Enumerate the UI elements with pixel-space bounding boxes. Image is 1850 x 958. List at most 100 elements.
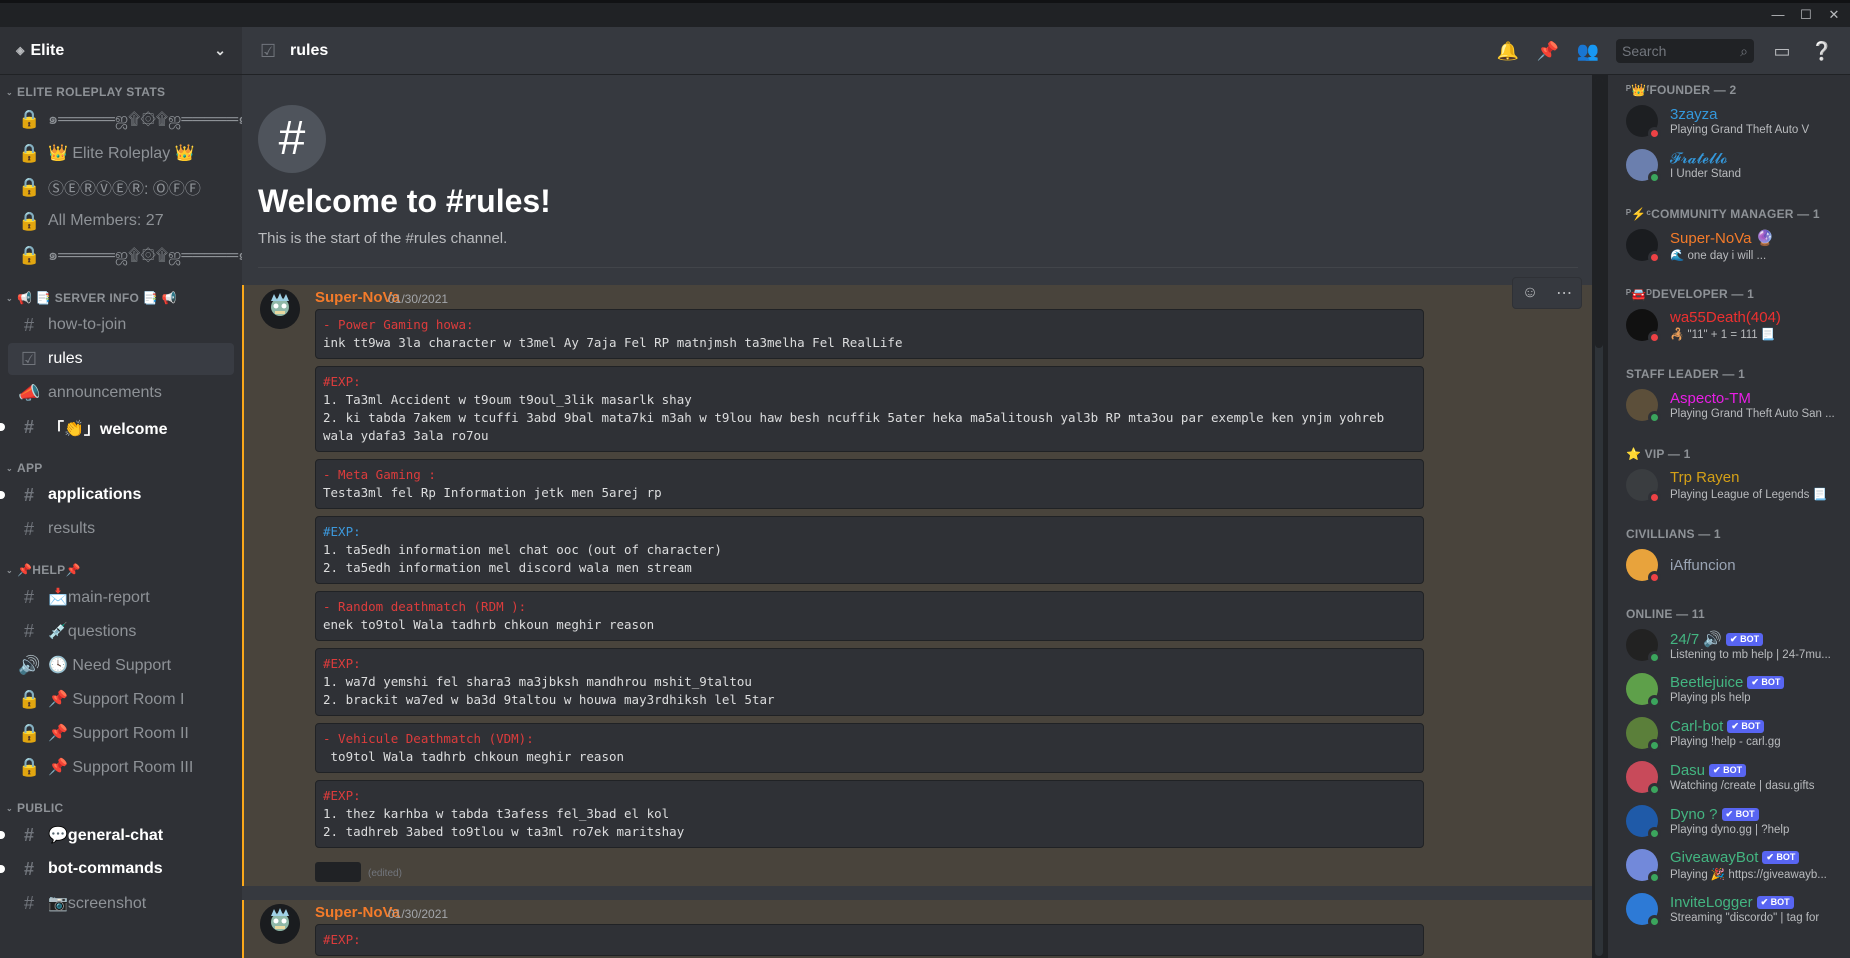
category-help[interactable]: ⌄ 📌HELP📌: [0, 561, 242, 579]
search-input[interactable]: Search ⌕: [1616, 39, 1754, 63]
member-item[interactable]: Dasu ✔ BOT Watching /create | dasu.gifts: [1626, 755, 1850, 799]
channel-general-chat[interactable]: # 💬general-chat: [0, 819, 234, 851]
channel-announcements[interactable]: 📣 announcements: [8, 377, 234, 409]
hash-icon: #: [23, 892, 34, 913]
channel-stats-divider-top[interactable]: 🔒 ๑═════ஜ۩۞۩ஜ═════๑: [8, 103, 242, 135]
pin-icon[interactable]: 📌: [1536, 39, 1560, 63]
channel-welcome-icon: #: [258, 105, 326, 173]
more-options-icon[interactable]: ⋯: [1556, 283, 1572, 303]
minimize-button[interactable]: —: [1768, 7, 1788, 23]
member-name: Beetlejuice ✔ BOT: [1670, 674, 1785, 691]
avatar[interactable]: [1626, 105, 1661, 140]
member-item[interactable]: Trp Rayen Playing League of Legends 📃: [1626, 463, 1850, 507]
channel-welcome[interactable]: # 「👏」welcome: [0, 411, 234, 443]
channel-rules[interactable]: ☑ rules: [8, 343, 234, 375]
avatar[interactable]: [1626, 229, 1661, 264]
bot-badge: ✔ BOT: [1756, 896, 1794, 909]
channel-member-count[interactable]: 🔒 All Members: 27: [8, 205, 234, 237]
message[interactable]: Super-NoVa 01/30/2021 ☺ ⋯ - Power Gaming…: [242, 277, 1592, 886]
megaphone-icon: 📣: [18, 382, 41, 403]
member-item[interactable]: InviteLogger ✔ BOT Streaming "discordo" | …: [1626, 887, 1850, 931]
member-list-icon[interactable]: 👥: [1576, 39, 1600, 63]
code-line: ink tt9wa 3la character w t3mel Ay 7aja …: [323, 335, 903, 350]
channel-main-report[interactable]: # 📩main-report: [8, 581, 234, 613]
channel-screenshot[interactable]: # 📷screenshot: [8, 887, 234, 919]
channel-how-to-join[interactable]: # how-to-join: [8, 309, 234, 341]
message[interactable]: Super-NoVa 01/30/2021 #EXP:: [242, 900, 1592, 958]
category-server-info[interactable]: ⌄ 📢 📑 SERVER INFO 📑 📢: [0, 289, 242, 307]
member-item[interactable]: Aspecto-TM Playing Grand Theft Auto San .…: [1626, 383, 1850, 427]
member-item[interactable]: iAffuncion: [1626, 543, 1850, 587]
avatar[interactable]: [1626, 761, 1661, 796]
online-status-icon: [1648, 651, 1661, 664]
online-status-icon: [1648, 171, 1661, 184]
member-item[interactable]: 3zayza Playing Grand Theft Auto V: [1626, 99, 1850, 143]
category-public[interactable]: ⌄ PUBLIC: [0, 799, 242, 817]
close-button[interactable]: ✕: [1824, 7, 1844, 23]
avatar[interactable]: [1626, 389, 1661, 424]
channel-questions[interactable]: # 💉questions: [8, 615, 234, 647]
dnd-status-icon: [1648, 491, 1661, 504]
member-name: wa55Death(404): [1670, 309, 1781, 326]
member-info: 24/7 🔊 ✔ BOT Listening to mb help | 24-7mu…: [1670, 630, 1831, 661]
channel-server-status[interactable]: 🔒 ⓈⒺⓇⓋⒺⓇ: ⓄⒻⒻ: [8, 171, 234, 203]
inbox-icon[interactable]: ▭: [1770, 39, 1794, 63]
member-item[interactable]: Beetlejuice ✔ BOT Playing pls help: [1626, 667, 1850, 711]
chevron-down-icon[interactable]: ⌄: [214, 42, 226, 59]
channel-stats-divider-bottom[interactable]: 🔒 ๑═════ஜ۩۞۩ஜ═════๑: [8, 239, 242, 271]
category-elite-roleplay-stats[interactable]: ⌄ ELITE ROLEPLAY STATS: [0, 83, 242, 101]
member-activity: Playing dyno.gg | ?help: [1670, 824, 1790, 836]
add-reaction-icon[interactable]: ☺: [1522, 284, 1538, 302]
member-item[interactable]: 𝓕𝓻𝓪𝓽𝓮𝓵𝓵𝓸 I Under Stand: [1626, 143, 1850, 187]
channel-bot-commands[interactable]: # bot-commands: [0, 853, 234, 885]
avatar[interactable]: [1626, 673, 1661, 708]
member-activity: Playing !help - carl.gg: [1670, 736, 1781, 748]
member-name: Dyno ? ✔ BOT: [1670, 806, 1789, 823]
member-info: Carl-bot ✔ BOT Playing !help - carl.gg: [1670, 718, 1781, 748]
member-info: 3zayza Playing Grand Theft Auto V: [1670, 106, 1809, 136]
maximize-button[interactable]: ☐: [1796, 7, 1816, 23]
channel-need-support[interactable]: 🔊 🕓 Need Support: [8, 649, 234, 681]
bell-icon[interactable]: 🔔: [1496, 39, 1520, 63]
member-name: Aspecto-TM: [1670, 390, 1835, 407]
avatar[interactable]: [1626, 849, 1661, 884]
hash-icon: #: [23, 824, 34, 845]
server-header[interactable]: ◈ Elite ⌄: [0, 27, 242, 75]
avatar[interactable]: [1626, 893, 1661, 928]
member-item[interactable]: GiveawayBot ✔ BOT Playing 🎉 https://giveaw…: [1626, 843, 1850, 887]
channel-support-room-3[interactable]: 🔒 📌 Support Room III: [8, 751, 234, 783]
scrollbar-thumb[interactable]: [1595, 78, 1603, 348]
avatar[interactable]: [1626, 629, 1661, 664]
channel-results[interactable]: # results: [8, 513, 234, 545]
channel-elite-roleplay[interactable]: 🔒 👑 Elite Roleplay 👑: [8, 137, 234, 169]
member-item[interactable]: wa55Death(404) 🦂 "11" + 1 = 111 📃: [1626, 303, 1850, 347]
avatar[interactable]: [260, 289, 300, 329]
avatar[interactable]: [260, 904, 300, 944]
welcome-title: Welcome to #rules!: [258, 183, 551, 219]
chevron-icon: ⌄: [6, 87, 14, 97]
avatar[interactable]: [1626, 805, 1661, 840]
avatar[interactable]: [1626, 149, 1661, 184]
code-line: 2. ki tabda 7akem w tcuffi 3abd 9bal mat…: [323, 410, 1385, 425]
member-name-text: 3zayza: [1670, 106, 1718, 123]
channel-applications[interactable]: # applications: [0, 479, 234, 511]
member-item[interactable]: 24/7 🔊 ✔ BOT Listening to mb help | 24-7mu…: [1626, 623, 1850, 667]
channel-support-room-2[interactable]: 🔒 📌 Support Room II: [8, 717, 234, 749]
bot-badge: ✔ BOT: [1727, 720, 1765, 733]
member-item[interactable]: Super-NoVa 🔮 🌊 one day i will ...: [1626, 223, 1850, 267]
member-group-header: CIVILLIANS — 1: [1626, 527, 1721, 541]
member-item[interactable]: Dyno ? ✔ BOT Playing dyno.gg | ?help: [1626, 799, 1850, 843]
avatar[interactable]: [1626, 717, 1661, 752]
category-app[interactable]: ⌄ APP: [0, 459, 242, 477]
avatar[interactable]: [1626, 469, 1661, 504]
code-line: wala ydafa3 3ala ro7ou: [323, 428, 489, 443]
member-item[interactable]: Carl-bot ✔ BOT Playing !help - carl.gg: [1626, 711, 1850, 755]
hash-icon: #: [23, 416, 34, 437]
member-activity: 🦂 "11" + 1 = 111 📃: [1670, 329, 1776, 341]
channel-support-room-1[interactable]: 🔒 📌 Support Room I: [8, 683, 234, 715]
member-name-text: InviteLogger: [1670, 894, 1753, 911]
help-icon[interactable]: ❔: [1810, 39, 1834, 63]
avatar[interactable]: [1626, 549, 1661, 584]
message-scrollbar[interactable]: [1595, 78, 1603, 956]
avatar[interactable]: [1626, 309, 1661, 344]
